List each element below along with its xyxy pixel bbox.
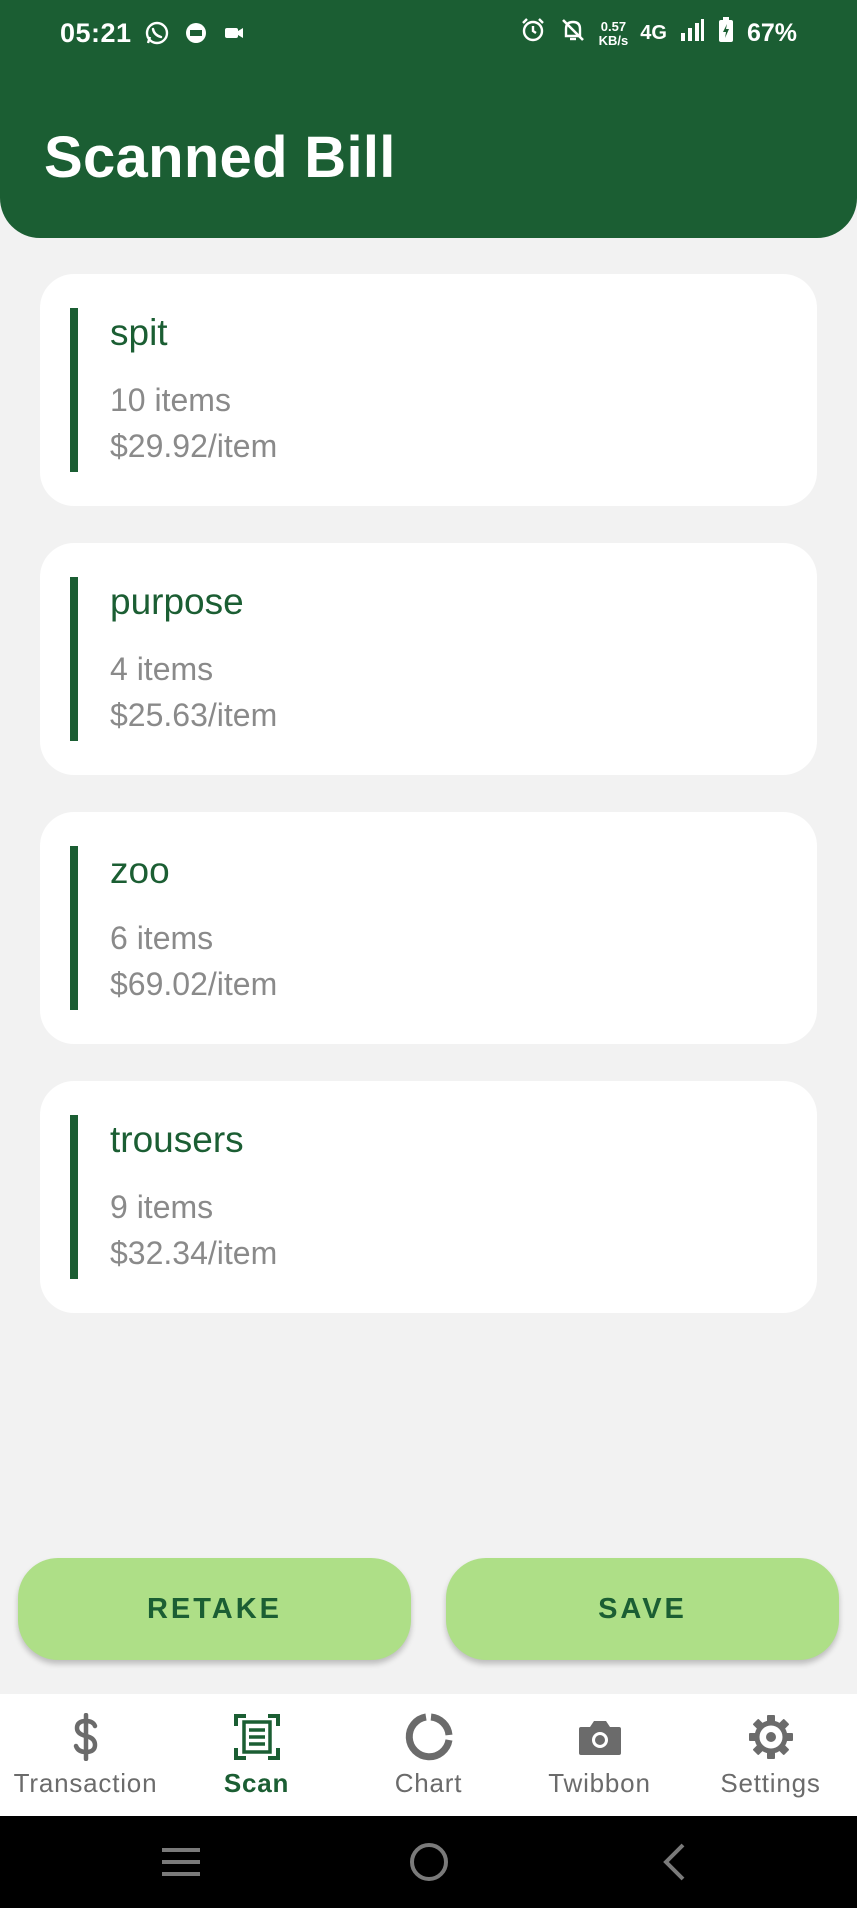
item-quantity: 9 items — [110, 1189, 214, 1225]
menu-icon[interactable] — [157, 1838, 205, 1886]
bill-item-card[interactable]: trousers 9 items $32.34/item — [40, 1081, 817, 1313]
system-navigation-bar — [0, 1816, 857, 1908]
scan-document-icon — [232, 1712, 282, 1762]
network-type: 4G — [640, 22, 667, 44]
bill-item-card[interactable]: spit 10 items $29.92/item — [40, 274, 817, 506]
item-price: $25.63/item — [110, 697, 278, 733]
item-price: $32.34/item — [110, 1235, 278, 1271]
nav-item-twibbon[interactable]: Twibbon — [514, 1694, 685, 1816]
camera-icon — [575, 1712, 625, 1762]
gear-icon — [746, 1712, 796, 1762]
home-icon[interactable] — [405, 1838, 453, 1886]
battery-icon — [717, 16, 735, 51]
alarm-icon — [519, 16, 547, 51]
card-accent-bar — [70, 577, 78, 741]
nav-item-chart[interactable]: Chart — [343, 1694, 514, 1816]
bottom-navigation: Transaction Scan Chart Twibbon Settings — [0, 1694, 857, 1816]
app-notification-icon — [184, 21, 208, 50]
network-speed: 0.57 KB/s — [598, 18, 629, 48]
nav-item-scan[interactable]: Scan — [171, 1694, 342, 1816]
item-price: $29.92/item — [110, 428, 278, 464]
item-name: trousers — [110, 1119, 244, 1160]
save-button[interactable]: SAVE — [446, 1558, 839, 1660]
nav-item-settings[interactable]: Settings — [685, 1694, 856, 1816]
nav-label-twibbon: Twibbon — [548, 1768, 651, 1798]
nav-label-scan: Scan — [223, 1768, 290, 1798]
status-notification-icons — [144, 20, 246, 51]
dollar-icon — [61, 1712, 111, 1762]
item-name: spit — [110, 312, 168, 353]
signal-icon — [679, 17, 705, 50]
app-header: 05:21 0.57 KB/s 4G 67% Scanned Bill — [0, 0, 857, 238]
nav-item-transaction[interactable]: Transaction — [0, 1694, 171, 1816]
donut-chart-icon — [404, 1712, 454, 1762]
item-quantity: 4 items — [110, 651, 214, 687]
video-icon — [222, 21, 246, 50]
item-quantity: 6 items — [110, 920, 214, 956]
nav-label-transaction: Transaction — [13, 1768, 158, 1798]
item-name: purpose — [110, 581, 244, 622]
status-right-icons: 0.57 KB/s 4G 67% — [519, 16, 797, 51]
battery-percent: 67% — [746, 19, 797, 47]
status-bar: 05:21 0.57 KB/s 4G 67% — [0, 0, 857, 72]
item-name: zoo — [110, 850, 170, 891]
status-time: 05:21 — [60, 18, 132, 48]
nav-label-settings: Settings — [720, 1768, 821, 1798]
card-accent-bar — [70, 846, 78, 1010]
nav-label-chart: Chart — [394, 1768, 463, 1798]
notifications-muted-icon — [559, 16, 587, 51]
whatsapp-icon — [144, 20, 170, 51]
card-accent-bar — [70, 308, 78, 472]
card-accent-bar — [70, 1115, 78, 1279]
network-speed-unit: KB/s — [598, 32, 629, 48]
retake-button[interactable]: RETAKE — [18, 1558, 411, 1660]
item-price: $69.02/item — [110, 966, 278, 1002]
network-speed-value: 0.57 — [600, 18, 627, 34]
item-quantity: 10 items — [110, 382, 231, 418]
back-icon[interactable] — [650, 1838, 698, 1886]
page-title: Scanned Bill — [44, 125, 396, 190]
bill-item-card[interactable]: purpose 4 items $25.63/item — [40, 543, 817, 775]
bill-item-card[interactable]: zoo 6 items $69.02/item — [40, 812, 817, 1044]
